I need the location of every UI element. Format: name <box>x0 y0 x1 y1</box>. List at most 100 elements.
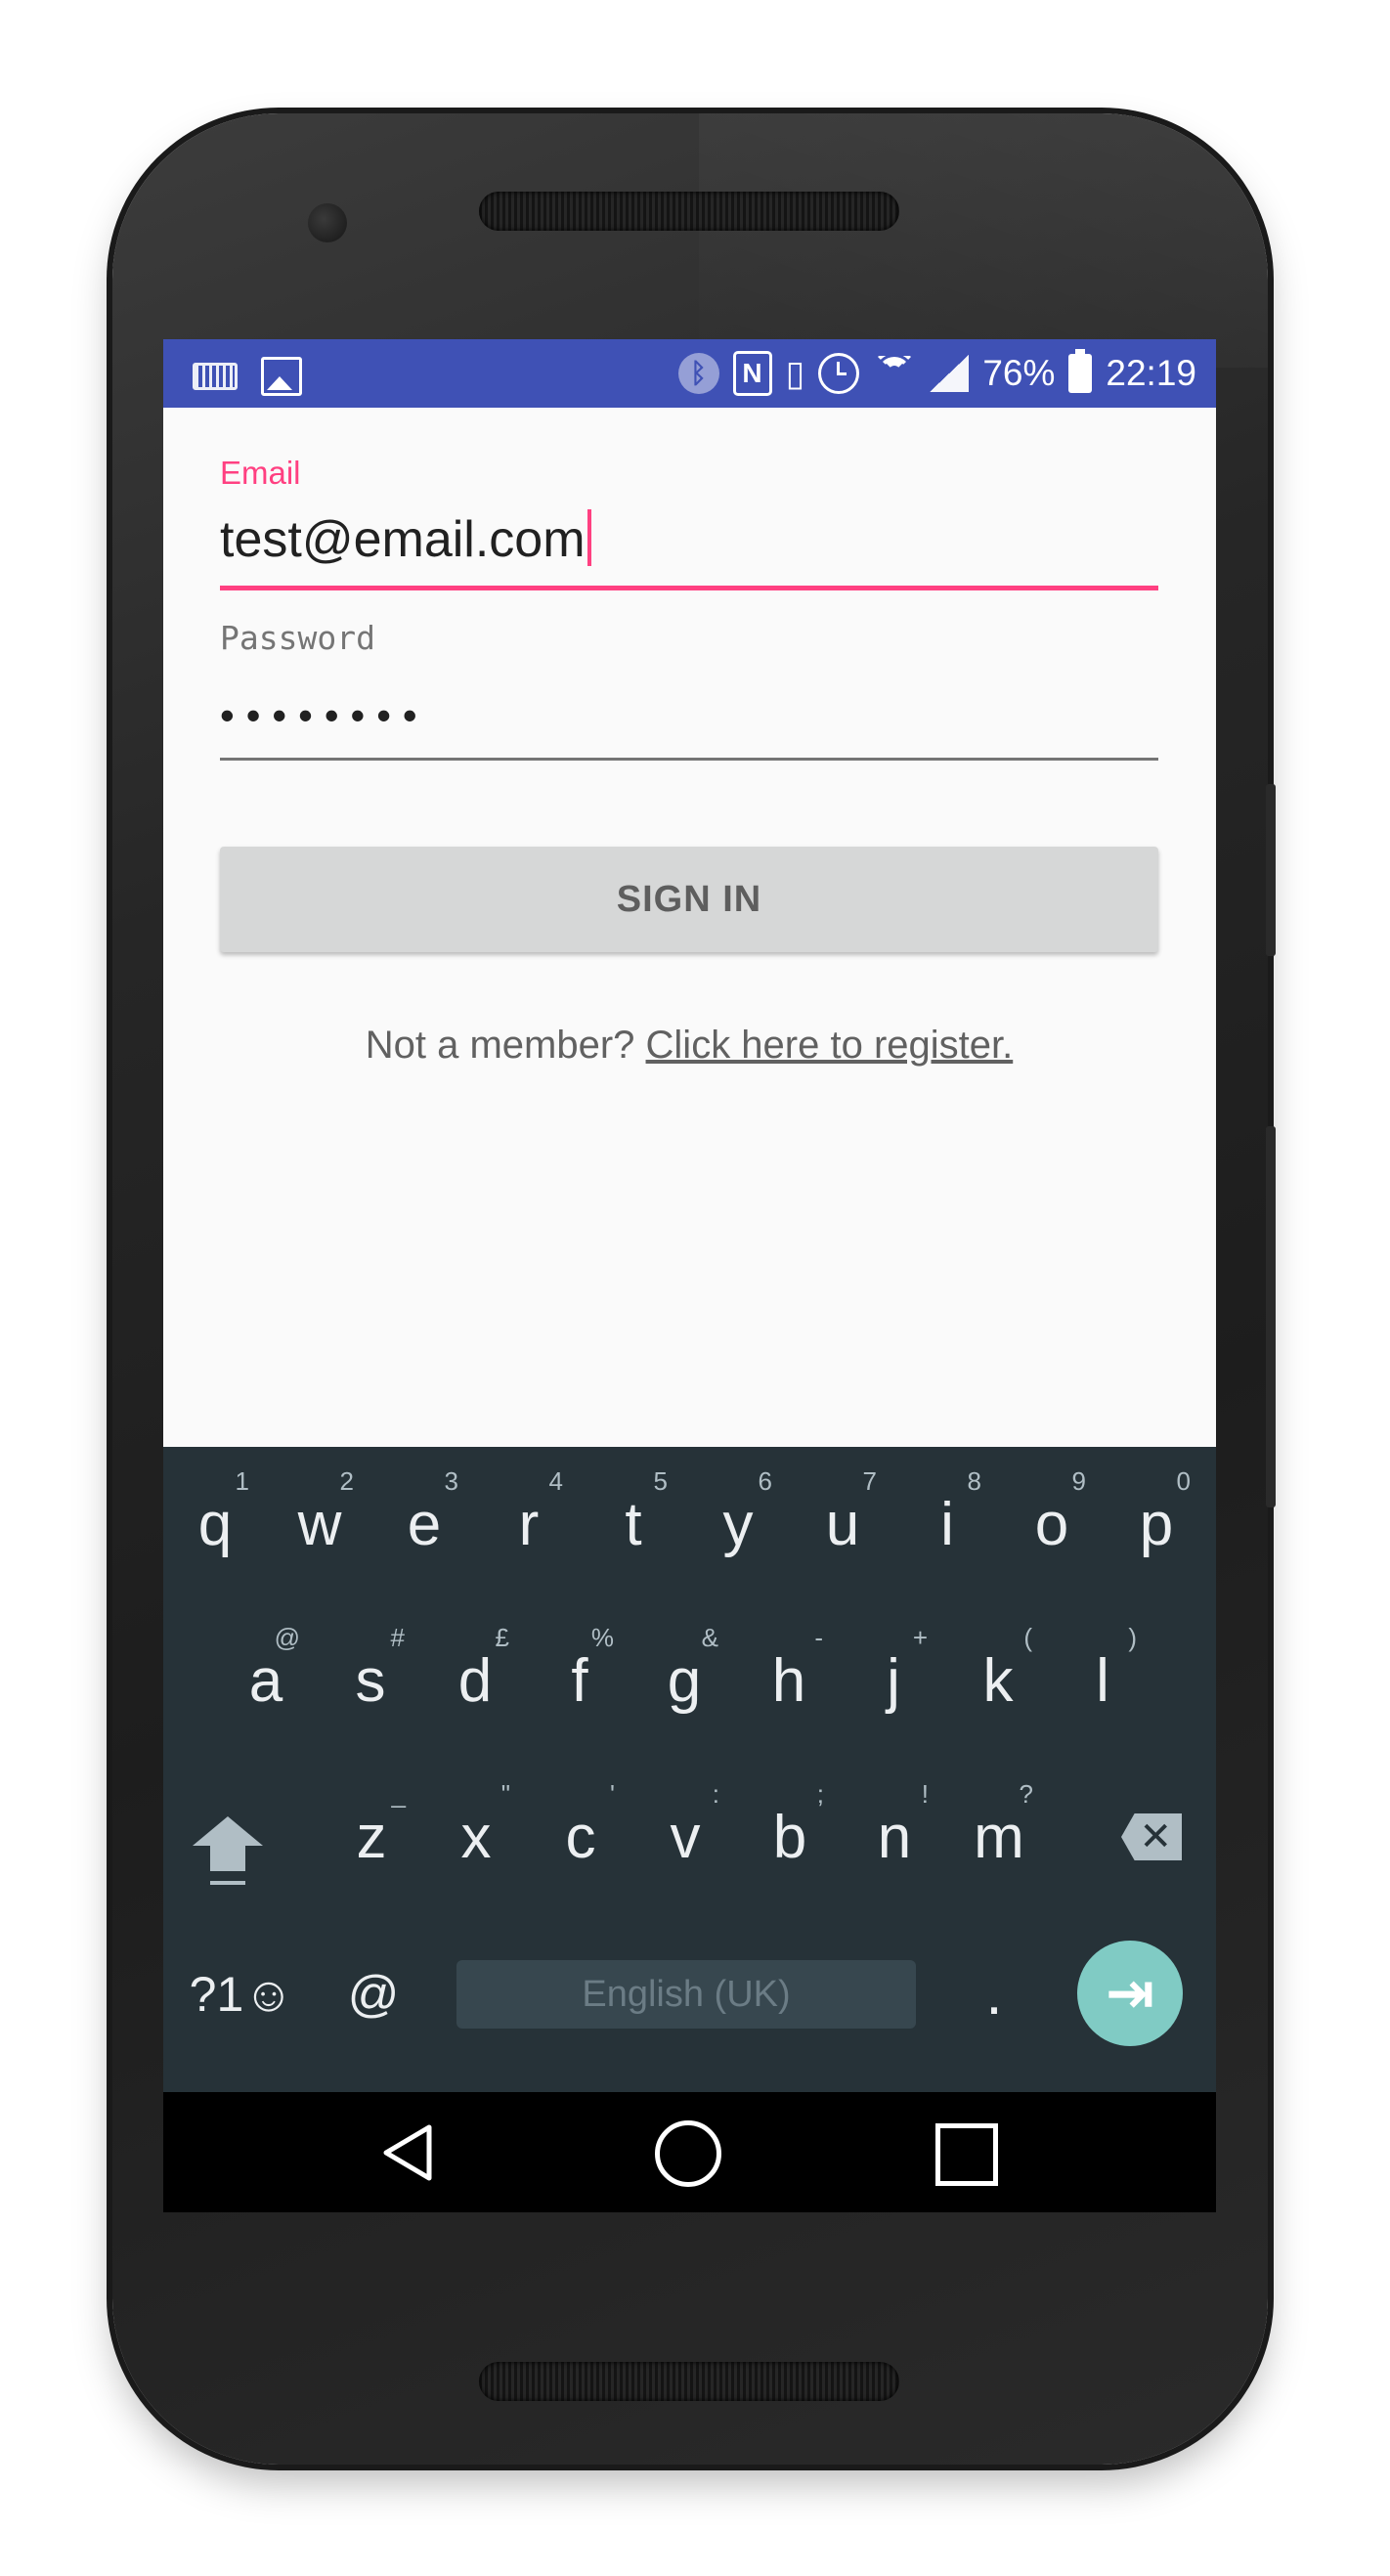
key-a[interactable]: a @ <box>214 1603 318 1760</box>
key-label: k <box>982 1647 1014 1715</box>
key-label: l <box>1096 1647 1109 1715</box>
key-l[interactable]: l) <box>1051 1603 1154 1760</box>
key-hint: " <box>500 1779 510 1809</box>
symbols-key[interactable]: ?1☺ <box>183 1916 300 2073</box>
navigation-bar <box>163 2092 1216 2212</box>
email-value: test@email.com <box>220 511 586 568</box>
key-p[interactable]: p0 <box>1105 1447 1208 1603</box>
bottom-speaker <box>479 2362 899 2401</box>
key-label: q <box>197 1491 233 1558</box>
register-link[interactable]: Click here to register. <box>646 1024 1014 1067</box>
register-prompt: Not a member? Click here to register. <box>220 1024 1158 1068</box>
key-q[interactable]: q1 <box>163 1447 267 1603</box>
nfc-icon: N <box>732 351 772 396</box>
key-label: z <box>356 1804 387 1871</box>
key-h[interactable]: h- <box>737 1603 841 1760</box>
password-field[interactable]: •••••••• <box>220 681 1158 750</box>
key-i[interactable]: i8 <box>895 1447 999 1603</box>
key-hint: & <box>701 1623 718 1652</box>
key-z[interactable]: z _ <box>320 1760 423 1916</box>
key-label: o <box>1034 1491 1069 1558</box>
key-hint: 3 <box>444 1466 458 1496</box>
key-hint: 7 <box>862 1466 877 1496</box>
key-label: u <box>825 1491 860 1558</box>
vibrate-icon: ▯ <box>785 353 805 393</box>
key-hint: 9 <box>1071 1466 1086 1496</box>
key-hint: 5 <box>653 1466 668 1496</box>
signal-icon <box>930 355 970 392</box>
bluetooth-icon: ᛒ <box>677 353 719 394</box>
key-label: e <box>407 1491 442 1558</box>
battery-icon <box>1068 349 1093 393</box>
key-hint: + <box>912 1623 928 1652</box>
image-icon <box>261 357 302 396</box>
key-hint: ; <box>816 1779 824 1809</box>
key-hint: ) <box>1128 1623 1137 1652</box>
keyboard-icon <box>193 363 238 390</box>
key-hint: % <box>590 1623 614 1652</box>
key-x[interactable]: x " <box>424 1760 528 1916</box>
key-label: r <box>518 1491 540 1558</box>
key-j[interactable]: j + <box>842 1603 945 1760</box>
key-hint: ' <box>610 1779 615 1809</box>
shift-stem <box>210 1846 245 1871</box>
back-icon[interactable] <box>380 2123 435 2182</box>
email-label: Email <box>220 455 301 491</box>
text-cursor <box>586 509 591 566</box>
key-label: d <box>457 1647 493 1715</box>
power-button <box>1266 784 1276 956</box>
key-label: b <box>772 1804 807 1871</box>
key-m[interactable]: m? <box>947 1760 1051 1916</box>
key-w[interactable]: w2 <box>268 1447 371 1603</box>
password-label: Password <box>220 619 375 657</box>
front-camera <box>308 203 347 242</box>
key-hint: 0 <box>1176 1466 1191 1496</box>
password-underline <box>220 758 1158 761</box>
at-key[interactable]: @ <box>325 1916 422 2073</box>
enter-next-key[interactable]: ⇥ <box>1077 1941 1183 2046</box>
keyboard-row-2: a @ s # d £ f% g & h - j + k(l) <box>163 1603 1216 1760</box>
key-y[interactable]: y6 <box>686 1447 790 1603</box>
key-k[interactable]: k( <box>946 1603 1050 1760</box>
phone-shine <box>699 113 1268 368</box>
wifi-icon <box>873 356 916 391</box>
shift-key[interactable] <box>163 1760 295 1916</box>
key-e[interactable]: e3 <box>372 1447 476 1603</box>
key-label: h <box>771 1647 806 1715</box>
register-prefix: Not a member? <box>365 1024 646 1067</box>
recents-icon[interactable] <box>935 2123 998 2186</box>
key-g[interactable]: g & <box>632 1603 736 1760</box>
sign-in-button[interactable]: SIGN IN <box>220 847 1158 952</box>
delete-key[interactable]: ✕ <box>1092 1760 1216 1916</box>
spacebar[interactable]: English (UK) <box>456 1960 916 2029</box>
key-s[interactable]: s # <box>319 1603 422 1760</box>
key-hint: 8 <box>967 1466 981 1496</box>
key-label: a <box>248 1647 283 1715</box>
key-b[interactable]: b; <box>738 1760 842 1916</box>
key-hint: 2 <box>339 1466 354 1496</box>
key-f[interactable]: f% <box>528 1603 631 1760</box>
backspace-icon: ✕ <box>1121 1813 1182 1860</box>
key-label: i <box>940 1491 954 1558</box>
key-c[interactable]: c ' <box>529 1760 632 1916</box>
period-key[interactable]: . <box>945 1916 1043 2073</box>
key-label: f <box>571 1647 588 1715</box>
key-t[interactable]: t5 <box>582 1447 685 1603</box>
top-speaker <box>479 192 899 231</box>
keyboard-row-3: ✕ z _ x " c ' v: b; n! m? <box>163 1760 1216 1916</box>
key-n[interactable]: n! <box>843 1760 946 1916</box>
email-field[interactable]: test@email.com <box>220 505 1158 574</box>
key-u[interactable]: u7 <box>791 1447 894 1603</box>
key-d[interactable]: d £ <box>423 1603 527 1760</box>
screen: ᛒ N ▯ 76% 22:19 Email test@email.com Pas… <box>163 339 1216 2212</box>
key-v[interactable]: v: <box>633 1760 737 1916</box>
clock: 22:19 <box>1106 353 1196 393</box>
key-hint: : <box>712 1779 719 1809</box>
key-hint: - <box>814 1623 823 1652</box>
key-label: p <box>1139 1491 1174 1558</box>
key-r[interactable]: r4 <box>477 1447 581 1603</box>
home-icon[interactable] <box>655 2120 721 2187</box>
key-o[interactable]: o9 <box>1000 1447 1104 1603</box>
alarm-icon <box>818 353 860 394</box>
shift-arrow-icon <box>193 1816 263 1846</box>
